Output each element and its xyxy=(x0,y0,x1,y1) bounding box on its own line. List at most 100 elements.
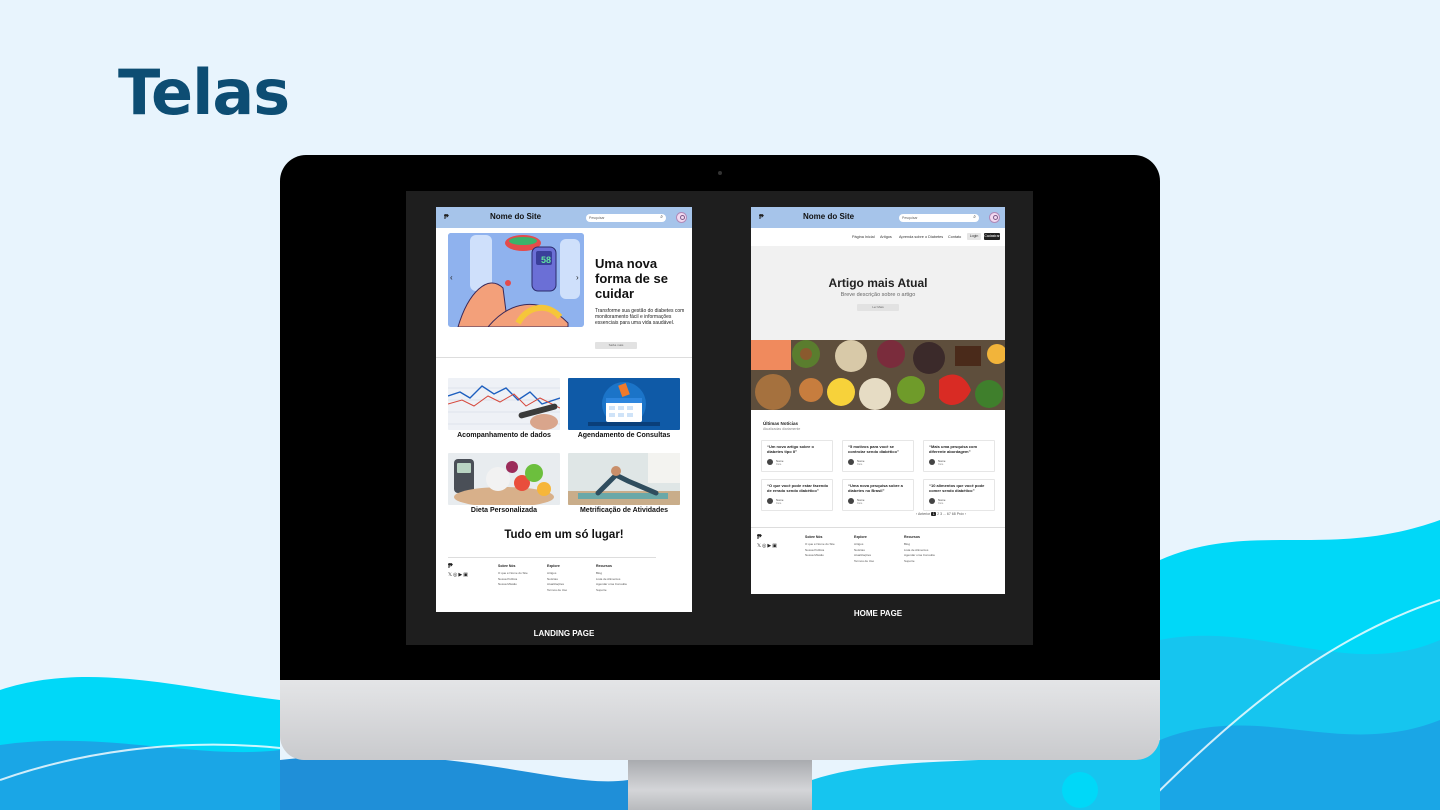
news-card-date: Data xyxy=(938,502,944,505)
login-button[interactable]: Login xyxy=(967,233,981,240)
user-avatar-icon[interactable] xyxy=(676,212,687,223)
footer-link[interactable]: Nossa Missão xyxy=(498,582,517,588)
author-avatar xyxy=(767,498,773,504)
footer-link[interactable]: Termos de Uso xyxy=(854,559,874,565)
footer-column-heading: Recursos xyxy=(904,535,920,539)
footer-divider xyxy=(448,557,656,558)
news-card-title: “O que você pode estar fazendo de errado… xyxy=(767,483,829,493)
user-avatar-icon[interactable] xyxy=(989,212,1000,223)
news-card[interactable]: “O que você pode estar fazendo de errado… xyxy=(761,479,833,511)
author-avatar xyxy=(848,498,854,504)
glucometer-value: 58 xyxy=(541,255,552,265)
linkedin-icon[interactable]: ▣ xyxy=(463,572,469,578)
search-icon: ⌕ xyxy=(973,214,976,220)
author-avatar xyxy=(929,498,935,504)
nav-link-home[interactable]: Página Inicial xyxy=(852,235,875,239)
pagination-page[interactable]: 68 xyxy=(952,512,956,516)
feature-label: Agendamento de Consultas xyxy=(577,432,671,439)
monitor-stand xyxy=(628,760,812,810)
brand-logo-icon[interactable]: ₱ xyxy=(444,214,449,221)
read-more-button[interactable]: Ler Mais xyxy=(857,304,899,311)
linkedin-icon[interactable]: ▣ xyxy=(772,543,778,549)
search-icon: ⌕ xyxy=(660,214,663,220)
news-card-title: “5 motivos para você se controlar sendo … xyxy=(848,444,899,454)
footer-logo-icon: ₱ xyxy=(448,563,453,570)
latest-news-heading: Últimas Notícias xyxy=(763,421,799,426)
hero-headline: Uma nova forma de se cuidar xyxy=(595,256,668,301)
news-card-date: Data xyxy=(857,463,863,466)
footer-column-heading: Recursos xyxy=(596,564,612,568)
diabetes-illustration xyxy=(448,233,584,327)
news-card[interactable]: “Um novo artigo sobre o diabetes tipo II… xyxy=(761,440,833,472)
signup-button[interactable]: Cadastrar xyxy=(984,233,1000,240)
nav-link-articles[interactable]: Artigos xyxy=(880,235,892,239)
section-divider xyxy=(436,357,692,358)
monitor-chin xyxy=(280,680,1160,760)
feature-label: Metrificação de Atividades xyxy=(579,507,669,514)
home-page-caption: HOME PAGE xyxy=(853,609,903,618)
brand-logo-icon[interactable]: ₱ xyxy=(759,214,764,221)
hero-illustration: 58 ‹ › xyxy=(448,233,584,327)
landing-header: ₱ Nome do Site Pesquisar ⌕ xyxy=(436,207,692,228)
featured-article-title: Artigo mais Atual xyxy=(828,276,928,290)
food-banner-image xyxy=(751,340,1005,410)
news-card-date: Data xyxy=(938,463,944,466)
pagination-next[interactable]: Próx › xyxy=(957,512,966,516)
nav-link-contact[interactable]: Contato xyxy=(948,235,961,239)
home-page-mockup: ₱ Nome do Site Pesquisar ⌕ Página Inicia… xyxy=(751,207,1005,594)
landing-page-caption: LANDING PAGE xyxy=(533,629,595,638)
pagination-page[interactable]: 67 xyxy=(947,512,951,516)
site-name: Nome do Site xyxy=(803,212,855,221)
footer-divider xyxy=(751,527,1005,528)
footer-link[interactable]: Termos de Uso xyxy=(547,588,567,594)
author-avatar xyxy=(767,459,773,465)
carousel-next-icon[interactable]: › xyxy=(576,273,579,282)
tagline: Tudo em um só lugar! xyxy=(504,529,624,541)
hero-cta-button[interactable]: Saiba mais xyxy=(595,342,637,349)
pagination-page-current[interactable]: 1 xyxy=(931,512,937,516)
landing-page-mockup: ₱ Nome do Site Pesquisar ⌕ 58 ‹ › Uma no… xyxy=(436,207,692,612)
news-card-date: Data xyxy=(776,463,782,466)
search-placeholder: Pesquisar xyxy=(589,216,605,220)
footer-column-heading: Sobre Nós xyxy=(805,535,823,539)
pagination-prev[interactable]: ‹ Anterior xyxy=(916,512,930,516)
hero-body: Transforme sua gestão do diabetes com mo… xyxy=(595,308,685,326)
author-avatar xyxy=(929,459,935,465)
feature-image-appointments xyxy=(568,378,680,430)
news-card-title: “Mais uma pesquisa com diferente abordag… xyxy=(929,444,978,454)
feature-image-activities xyxy=(568,453,680,505)
feature-label: Acompanhamento de dados xyxy=(457,432,551,439)
footer-column-heading: Explore xyxy=(547,564,560,568)
search-input[interactable]: Pesquisar ⌕ xyxy=(586,214,666,222)
news-card[interactable]: “Uma nova pesquisa sobre a diabetes no B… xyxy=(842,479,914,511)
news-card[interactable]: “5 motivos para você se controlar sendo … xyxy=(842,440,914,472)
search-input[interactable]: Pesquisar ⌕ xyxy=(899,214,979,222)
home-header: ₱ Nome do Site Pesquisar ⌕ xyxy=(751,207,1005,228)
featured-article-subtitle: Breve descrição sobre o artigo xyxy=(840,292,916,298)
site-name: Nome do Site xyxy=(490,212,542,221)
nav-link-learn[interactable]: Aprenda sobre o Diabetes xyxy=(899,235,943,239)
pagination-ellipsis: ... xyxy=(943,512,946,516)
pagination: ‹ Anterior 1 2 3 ... 67 68 Próx › xyxy=(916,512,966,516)
footer-column-heading: Explore xyxy=(854,535,867,539)
latest-news-subheading: Atualizadas diariamente xyxy=(763,427,801,431)
feature-label: Dieta Personalizada xyxy=(470,507,538,514)
social-icons: 𝕏◎▶▣ xyxy=(757,543,778,549)
footer-link[interactable]: Nossa Missão xyxy=(805,553,824,559)
news-card-title: “Um novo artigo sobre o diabetes tipo II… xyxy=(767,444,814,454)
news-card[interactable]: “10 alimentos que você pode comer sendo … xyxy=(923,479,995,511)
footer-link[interactable]: Suporte xyxy=(596,588,607,594)
footer-column-heading: Sobre Nós xyxy=(498,564,516,568)
pagination-page[interactable]: 3 xyxy=(940,512,942,516)
carousel-prev-icon[interactable]: ‹ xyxy=(450,273,453,282)
news-card[interactable]: “Mais uma pesquisa com diferente abordag… xyxy=(923,440,995,472)
feature-image-data-tracking xyxy=(448,378,560,430)
footer-link[interactable]: Suporte xyxy=(904,559,915,565)
footer-logo-icon: ₱ xyxy=(757,534,762,541)
social-icons: 𝕏◎▶▣ xyxy=(448,572,469,578)
pagination-page[interactable]: 2 xyxy=(937,512,939,516)
search-placeholder: Pesquisar xyxy=(902,216,918,220)
news-card-date: Data xyxy=(776,502,782,505)
feature-image-diet xyxy=(448,453,560,505)
slide-title: Telas xyxy=(118,56,290,129)
